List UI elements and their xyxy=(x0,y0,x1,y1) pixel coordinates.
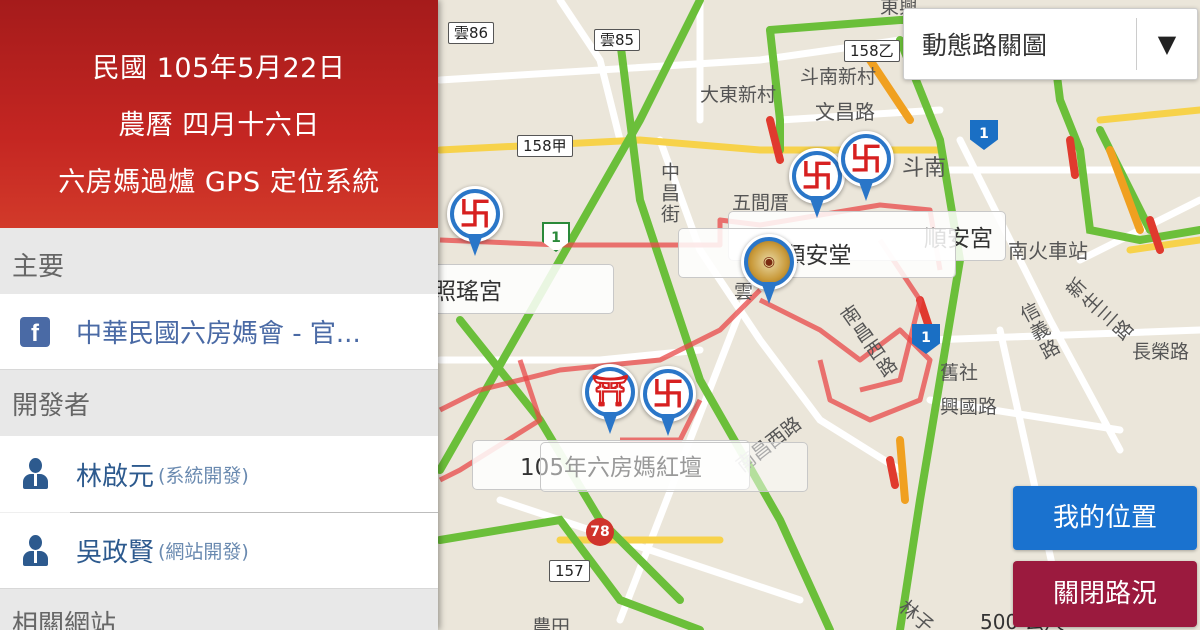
person-icon xyxy=(18,457,52,491)
toggle-traffic-button[interactable]: 關閉路況 xyxy=(1013,561,1197,627)
developer-role: (網站開發) xyxy=(158,541,249,563)
deity-pin[interactable]: ◉ xyxy=(741,234,797,308)
swastika-pin-icon: 卐 xyxy=(647,373,689,415)
temple-pin[interactable]: 卐 xyxy=(640,366,696,440)
torii-pin-icon: ⛩ xyxy=(589,371,631,413)
dropdown-arrow-icon: ▼ xyxy=(1157,30,1177,58)
place-label xyxy=(540,442,808,492)
section-related-title: 相關網站 xyxy=(0,589,438,630)
temple-pin[interactable]: 卐 xyxy=(838,131,894,205)
road-label: 南火車站 xyxy=(1008,239,1088,263)
route-shield: 158乙 xyxy=(844,40,900,62)
developer-item[interactable]: 林啟元 (系統開發) xyxy=(0,436,438,512)
temple-pin[interactable]: 卐 xyxy=(789,148,845,222)
road-label: 農田 xyxy=(532,616,571,630)
deity-pin-icon: ◉ xyxy=(748,241,790,283)
swastika-pin-icon: 卐 xyxy=(454,193,496,235)
road-label: 斗南 xyxy=(902,156,947,181)
road-label: 文昌路 xyxy=(815,100,875,124)
side-panel: 民國 105年5月22日 農曆 四月十六日 六房媽過爐 GPS 定位系統 主要 … xyxy=(0,0,438,630)
road-label: 斗南新村 xyxy=(800,66,877,88)
my-location-button[interactable]: 我的位置 xyxy=(1013,486,1197,550)
layer-dropdown-value: 動態路關圖 xyxy=(922,31,1048,60)
swastika-pin-icon: 卐 xyxy=(796,155,838,197)
route-shield: 雲85 xyxy=(594,29,641,51)
place-label[interactable]: 照瑤宮 xyxy=(420,264,614,314)
route-shield: 157 xyxy=(549,560,590,582)
section-dev-title: 開發者 xyxy=(0,370,438,436)
road-label: 興國路 xyxy=(940,396,998,418)
date-line: 民國 105年5月22日 xyxy=(92,53,346,84)
road-label: 中昌街 xyxy=(658,162,680,225)
section-main-title: 主要 xyxy=(0,228,438,294)
place-label-text: 照瑤宮 xyxy=(433,279,502,305)
layer-dropdown[interactable]: 動態路關圖 ▼ xyxy=(903,8,1198,80)
swastika-pin-icon: 卐 xyxy=(845,138,887,180)
highway-shield: 78 xyxy=(586,518,614,546)
developer-name: 吳政賢 xyxy=(76,538,155,568)
person-icon xyxy=(18,534,52,568)
developer-item[interactable]: 吳政賢 (網站開發) xyxy=(0,513,438,589)
facebook-link[interactable]: f 中華民國六房媽會 - 官... xyxy=(0,294,438,370)
developer-role: (系統開發) xyxy=(158,464,249,487)
system-title: 六房媽過爐 GPS 定位系統 xyxy=(58,167,380,198)
road-label: 長榮路 xyxy=(1132,341,1190,363)
facebook-link-label: 中華民國六房媽會 - 官... xyxy=(76,319,361,349)
route-shield: 158甲 xyxy=(517,135,573,157)
road-label: 大東新村 xyxy=(700,84,777,106)
facebook-icon: f xyxy=(18,315,52,349)
panel-header: 民國 105年5月22日 農曆 四月十六日 六房媽過爐 GPS 定位系統 xyxy=(0,0,438,228)
place-label[interactable]: 順安堂 xyxy=(678,228,956,278)
torii-pin[interactable]: ⛩ xyxy=(582,364,638,438)
developer-name: 林啟元 xyxy=(76,461,155,492)
route-shield: 雲86 xyxy=(448,22,495,44)
temple-pin[interactable]: 卐 xyxy=(447,186,503,260)
road-label: 舊社 xyxy=(940,362,979,384)
lunar-date-line: 農曆 四月十六日 xyxy=(118,110,320,141)
